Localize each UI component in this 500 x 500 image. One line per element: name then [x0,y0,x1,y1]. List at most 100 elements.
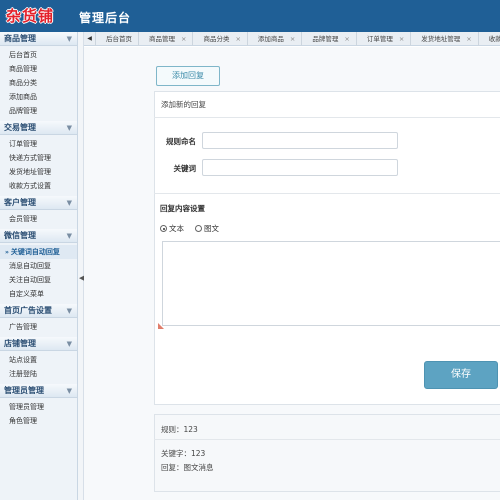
radio-image-text[interactable]: 图文 [195,223,219,234]
sidebar-group-items: 后台首页 商品管理商品分类添加商品品牌管理 [0,46,77,121]
sidebar-item-label: 角色管理 [9,417,37,425]
sidebar-item-label: 订单管理 [9,140,37,148]
radio-text-label: 文本 [169,224,184,233]
sidebar-item-label: 商品分类 [9,79,37,87]
sidebar-group-header[interactable]: 微信管理 ▼ [0,229,77,243]
sidebar-item[interactable]: 后台首页 [0,48,77,62]
sidebar-group-header[interactable]: 商品管理 ▼ [0,32,77,46]
close-icon[interactable]: × [466,35,471,43]
tab[interactable]: 添加商品 × [248,32,303,46]
sidebar-item-label: 发货地址管理 [9,168,51,176]
add-reply-button[interactable]: 添加回复 [156,66,220,86]
sidebar-item[interactable]: 注册登陆 [0,367,77,381]
tab-label: 订单管理 [366,35,393,43]
sidebar-item-label: 品牌管理 [9,107,37,115]
keyword-input[interactable] [202,159,398,176]
radio-text[interactable]: 文本 [160,223,184,234]
chevron-down-icon[interactable]: ▼ [67,304,72,318]
sidebar-item[interactable]: 关注自动回复 [0,273,77,287]
divider [154,193,500,194]
sidebar-item[interactable]: 商品管理 [0,62,77,76]
tab[interactable]: 商品管理 × [139,32,194,46]
chevron-down-icon[interactable]: ▼ [67,32,72,46]
sidebar-item[interactable]: 商品分类 [0,76,77,90]
sidebar-item-label: 消息自动回复 [9,262,51,270]
sidebar-item[interactable]: » 关键词自动回复 [0,245,77,259]
sidebar-group-items: 广告管理 [0,318,77,337]
tab-bar: ◀ 后台首页 商品管理 × 商品分类 × 添加商品 × 品牌管理 × 订单管理 × 发货地址管理 × 收款… [84,32,500,46]
sidebar-item-label: 站点设置 [9,356,37,364]
sidebar-item[interactable]: 自定义菜单 [0,287,77,301]
tab[interactable]: 后台首页 [96,32,139,46]
tab-label: 发货地址管理 [421,35,461,43]
tab-label: 添加商品 [257,35,284,43]
close-icon[interactable]: × [235,35,240,43]
sidebar-item[interactable]: 收款方式设置 [0,179,77,193]
sidebar-item[interactable]: 品牌管理 [0,104,77,118]
tab-scroll-left-icon[interactable]: ◀ [84,32,96,46]
tab-label: 商品管理 [149,35,175,43]
close-icon[interactable]: × [399,35,404,43]
save-button[interactable]: 保存 [424,361,498,389]
sidebar-group-title: 客户管理 [4,198,36,207]
tab-label: 品牌管理 [312,35,339,43]
sidebar-item[interactable]: 角色管理 [0,414,77,428]
sidebar-group-title: 交易管理 [4,123,36,132]
tab[interactable]: 商品分类 × [193,32,248,46]
sidebar-group-items: 站点设置 注册登陆 [0,351,77,384]
sidebar-group-header[interactable]: 首页广告设置 ▼ [0,304,77,318]
sidebar-item-label: 关注自动回复 [9,276,51,284]
logo[interactable]: 杂货铺 [6,5,54,26]
radio-selected-icon[interactable] [160,225,167,232]
sidebar-group-header[interactable]: 客户管理 ▼ [0,196,77,210]
sidebar-item[interactable]: 添加商品 [0,90,77,104]
tab[interactable]: 品牌管理 × [302,32,357,46]
sidebar-item[interactable]: 发货地址管理 [0,165,77,179]
radio-image-text-label: 图文 [204,224,219,233]
chevron-down-icon[interactable]: ▼ [67,121,72,135]
active-arrow-icon: » [5,249,9,256]
resize-handle-icon[interactable] [158,323,164,329]
sidebar-item-label: 自定义菜单 [9,290,44,298]
close-icon[interactable]: × [290,35,295,43]
sidebar-group-items: 订单管理快递方式管理发货地址管理 收款方式设置 [0,135,77,196]
tab[interactable]: 订单管理 × [357,32,412,46]
sidebar-item-label: 添加商品 [9,93,37,101]
sidebar-group-title: 商品管理 [4,34,36,43]
radio-unselected-icon[interactable] [195,225,202,232]
divider [154,117,500,118]
tab[interactable]: 收款方 [479,32,500,46]
sidebar-item[interactable]: 订单管理 [0,137,77,151]
sidebar-item-label: 收款方式设置 [9,182,51,190]
sidebar-group-title: 店铺管理 [4,339,36,348]
sidebar-item[interactable]: 站点设置 [0,353,77,367]
chevron-down-icon[interactable]: ▼ [67,229,72,243]
sidebar-item[interactable]: 管理员管理 [0,400,77,414]
rule-name-input[interactable] [202,132,398,149]
close-icon[interactable]: × [344,35,349,43]
sidebar-item[interactable]: 消息自动回复 [0,259,77,273]
sidebar-item[interactable]: 快递方式管理 [0,151,77,165]
sidebar-item-label: 会员管理 [9,215,37,223]
tab[interactable]: 发货地址管理 × [411,32,479,46]
chevron-down-icon[interactable]: ▼ [67,384,72,398]
sidebar-item-label: 广告管理 [9,323,37,331]
sidebar-group-title: 微信管理 [4,231,36,240]
top-header: 杂货铺 管理后台 [0,0,500,32]
close-icon[interactable]: × [181,35,186,43]
tab-list: 后台首页 商品管理 × 商品分类 × 添加商品 × 品牌管理 × 订单管理 × 发货地址管理 × 收款方 [96,32,500,46]
sidebar-item[interactable]: 会员管理 [0,212,77,226]
reply-content-textarea[interactable] [162,241,500,326]
chevron-down-icon[interactable]: ▼ [67,196,72,210]
divider [154,439,500,440]
sidebar-group-header[interactable]: 交易管理 ▼ [0,121,77,135]
sidebar-group-header[interactable]: 管理员管理 ▼ [0,384,77,398]
summary-reply: 回复：图文消息 [161,463,214,472]
sidebar-item-label: 注册登陆 [9,370,37,378]
sidebar-item[interactable]: 广告管理 [0,320,77,334]
sidebar-group-items: 会员管理 [0,210,77,229]
sidebar-group-header[interactable]: 店铺管理 ▼ [0,337,77,351]
chevron-down-icon[interactable]: ▼ [67,337,72,351]
reply-content-heading: 回复内容设置 [160,204,205,213]
reply-summary-panel [154,414,500,492]
